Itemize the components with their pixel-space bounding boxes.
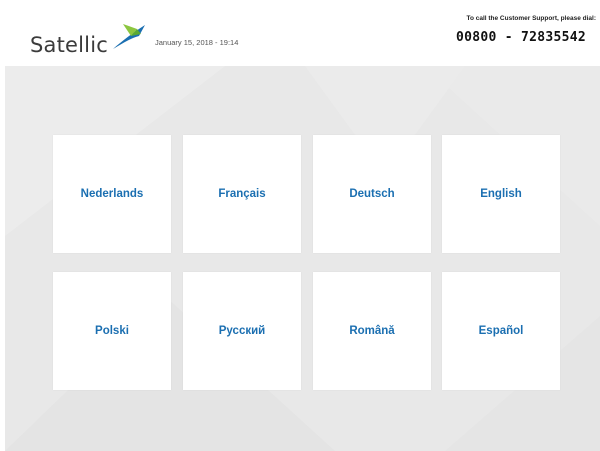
- language-label: Polski: [95, 325, 129, 337]
- language-label: Español: [478, 325, 524, 337]
- language-label: Română: [349, 325, 395, 337]
- satellic-swoosh-icon: [113, 24, 146, 49]
- language-label: Français: [218, 188, 266, 200]
- kiosk-screen: Satellic January 15, 2018 - 19:14 To cal…: [0, 0, 600, 451]
- language-label: English: [480, 188, 522, 200]
- language-label: Deutsch: [349, 188, 395, 200]
- header: Satellic January 15, 2018 - 19:14 To cal…: [0, 0, 600, 66]
- language-tile-deutsch[interactable]: Deutsch: [313, 135, 431, 253]
- background-decoration: [5, 66, 600, 451]
- language-tile-nederlands[interactable]: Nederlands: [53, 135, 171, 253]
- language-label: Nederlands: [80, 188, 144, 200]
- language-label: Русский: [218, 325, 266, 337]
- language-tile-polski[interactable]: Polski: [53, 272, 171, 390]
- datetime-label: January 15, 2018 - 19:14: [155, 38, 239, 47]
- language-tile-romana[interactable]: Română: [313, 272, 431, 390]
- language-tile-espanol[interactable]: Español: [442, 272, 560, 390]
- support-note: To call the Customer Support, please dia…: [466, 15, 596, 22]
- language-selection-area: Nederlands Français Deutsch English Pols…: [5, 66, 600, 451]
- language-tile-francais[interactable]: Français: [183, 135, 301, 253]
- support-phone-number: 00800 - 72835542: [455, 30, 586, 45]
- language-tile-russian[interactable]: Русский: [183, 272, 301, 390]
- satellic-logo: Satellic: [30, 22, 147, 58]
- logo-text: Satellic: [30, 33, 109, 57]
- language-tile-english[interactable]: English: [442, 135, 560, 253]
